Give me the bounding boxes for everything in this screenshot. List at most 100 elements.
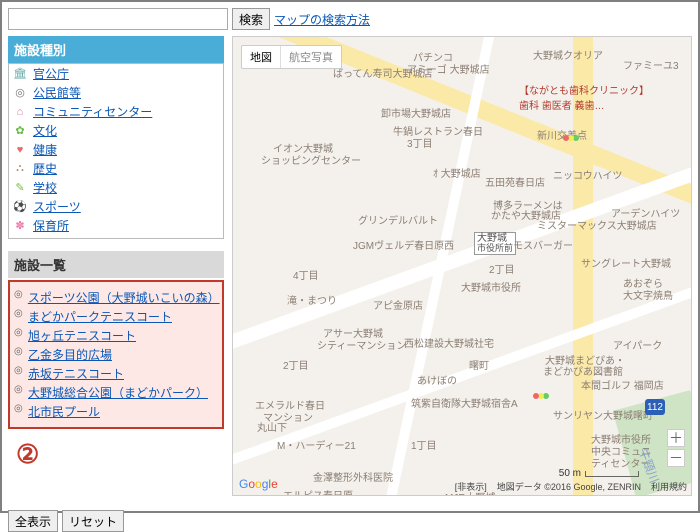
map-canvas[interactable]: 地図 航空写真 【ながとも歯科クリニック】 歯科 歯医者 義歯… 大野城 市役所… <box>232 36 692 496</box>
map-poi-label: 1丁目 <box>411 437 437 452</box>
map-mode-satellite[interactable]: 航空写真 <box>280 46 341 68</box>
map-poi-label: シティーマンション <box>317 337 406 352</box>
map-poi-label: ショッピングセンター <box>261 152 361 167</box>
map-poi-label: 大文字焼鳥 <box>623 287 673 302</box>
map-poi-label: ファミーユ3 <box>623 57 679 72</box>
category-item[interactable]: ✿文化 <box>9 121 223 140</box>
google-logo: Google <box>239 477 278 491</box>
category-item[interactable]: 🏛 官公庁 <box>9 64 223 83</box>
facility-link[interactable]: 乙金多目的広場 <box>28 346 112 363</box>
map-poi-label: 新川交差点 <box>537 127 587 142</box>
facility-item: ◎ 乙金多目的広場 <box>14 345 216 364</box>
map-poi-label: 牛鍋レストラン春日 <box>393 123 483 138</box>
map-poi-label: アーデンハイツ <box>611 205 680 220</box>
category-link[interactable]: 歴史 <box>33 160 57 177</box>
map-poi-label: 金澤整形外科医院 <box>313 469 393 484</box>
map-poi-label: アピ金原店 <box>373 297 423 312</box>
map-poi-label: あけぼの <box>417 372 457 387</box>
facility-link[interactable]: まどかパークテニスコート <box>28 308 172 325</box>
map-poi-label: グリンデルバルト <box>358 212 438 227</box>
map-poi-label: JGMヴェルデ春日原西 <box>353 237 454 252</box>
category-icon: ⚽ <box>13 200 27 214</box>
category-icon: ✎ <box>13 181 27 195</box>
map-poi-label: 曙町 <box>469 357 489 372</box>
facility-link[interactable]: 旭ヶ丘テニスコート <box>28 327 136 344</box>
map-mode-toggle[interactable]: 地図 航空写真 <box>241 45 342 69</box>
facility-link[interactable]: スポーツ公園（大野城いこいの森） <box>28 289 216 306</box>
map-poi-label: 大野城市役所 <box>461 279 521 294</box>
facility-item: ◎旭ヶ丘テニスコート <box>14 326 216 345</box>
map-poi-label: ニッコウハイツ <box>553 167 622 182</box>
category-icon: ⌂ <box>13 105 27 119</box>
category-link[interactable]: コミュニティセンター <box>33 103 152 120</box>
map-poi-label: サングレート大野城 <box>581 255 671 270</box>
bullet-icon: ◎ <box>14 308 24 319</box>
category-icon: ✽ <box>13 219 27 233</box>
bullet-icon: ◎ <box>14 365 24 376</box>
map-poi-label: 丸山下 <box>257 419 287 434</box>
route-shield: 112 <box>645 399 665 415</box>
category-item[interactable]: ◎ 公民館等 <box>9 83 223 102</box>
category-link[interactable]: 文化 <box>33 122 57 139</box>
show-all-button[interactable]: 全表示 <box>8 510 58 532</box>
facility-item: ◎ まどかパークテニスコート <box>14 307 216 326</box>
map-poi-label: 五田苑春日店 <box>485 174 545 189</box>
facility-item: ◎スポーツ公園（大野城いこいの森） <box>14 288 216 307</box>
map-attribution: [非表示] 地図データ ©2016 Google, ZENRIN 利用規約 <box>455 480 687 493</box>
map-poi-label: モスバーガー <box>513 237 573 252</box>
map-poi-label: 本間ゴルフ 福岡店 <box>581 377 664 392</box>
category-icon: ⛬ <box>13 162 27 176</box>
category-item[interactable]: ⌂ コミュニティセンター <box>9 102 223 121</box>
facility-item: ◎ 赤坂テニスコート <box>14 364 216 383</box>
facility-item: ◎ 北市民プール <box>14 402 216 421</box>
map-poi-label: 西松建設大野城社宅 <box>404 335 494 350</box>
category-link[interactable]: 官公庁 <box>33 65 69 82</box>
map-poi-label: M・ハーディー21 <box>277 437 356 452</box>
category-icon: ◎ <box>13 86 27 100</box>
scale-bar <box>585 471 639 477</box>
category-list[interactable]: 🏛 官公庁 ◎ 公民館等 ⌂ コミュニティセンター✿文化 ♥ 健康 ⛬ 歴史 ✎ 学校 ⚽ スポーツ ✽ 保育… <box>8 63 224 239</box>
zoom-out-button[interactable]: － <box>667 449 685 467</box>
facility-item: ◎ 大野城総合公園（まどかパーク） <box>14 383 216 402</box>
zoom-in-button[interactable]: ＋ <box>667 429 685 447</box>
reset-button[interactable]: リセット <box>62 510 124 532</box>
category-link[interactable]: スポーツ <box>33 198 81 215</box>
search-button[interactable]: 検索 <box>232 8 270 30</box>
bullet-icon: ◎ <box>14 403 24 414</box>
category-link[interactable]: 学校 <box>33 179 57 196</box>
facility-link[interactable]: 赤坂テニスコート <box>28 365 124 382</box>
traffic-signal-icon <box>563 135 569 141</box>
map-mode-map[interactable]: 地図 <box>242 46 280 68</box>
category-title: 施設種別 <box>8 36 224 63</box>
category-item[interactable]: ⛬ 歴史 <box>9 159 223 178</box>
map-poi-label: 4丁目 <box>293 267 319 282</box>
category-icon: 🏛 <box>13 67 27 81</box>
traffic-signal-icon <box>533 393 539 399</box>
step-marker: ② <box>16 439 224 470</box>
search-input[interactable] <box>8 8 228 30</box>
help-link[interactable]: マップの検索方法 <box>274 11 370 28</box>
map-poi-label: アイパーク <box>613 337 662 352</box>
category-item[interactable]: ♥ 健康 <box>9 140 223 159</box>
map-poi-label: 大野城クオリア <box>533 47 603 62</box>
map-poi-label: エルピス春日原 <box>283 487 353 496</box>
bullet-icon: ◎ <box>14 384 24 395</box>
station-label: 大野城 市役所前 <box>474 232 516 255</box>
facility-link[interactable]: 北市民プール <box>28 403 100 420</box>
category-icon: ♥ <box>13 143 27 157</box>
map-poi-label: 2丁目 <box>283 357 309 372</box>
category-link[interactable]: 保育所 <box>33 217 69 234</box>
map-poi-label: 滝・まつり <box>287 292 337 307</box>
category-link[interactable]: 公民館等 <box>33 84 81 101</box>
map-poi-label: まどかぴあ図書館 <box>543 363 623 378</box>
map-poi-label: アミーゴ 大野城店 <box>407 61 490 76</box>
facility-link[interactable]: 大野城総合公園（まどかパーク） <box>28 384 208 401</box>
category-item[interactable]: ⚽ スポーツ <box>9 197 223 216</box>
category-link[interactable]: 健康 <box>33 141 57 158</box>
scale-label: 50 m <box>559 468 581 479</box>
category-item[interactable]: ✽ 保育所 <box>9 216 223 235</box>
map-poi-label: 筑紫自衛隊大野城宿舎A <box>411 395 518 410</box>
map-poi-label: 卸市場大野城店 <box>381 105 451 120</box>
category-item[interactable]: ✎ 学校 <box>9 178 223 197</box>
bullet-icon: ◎ <box>14 346 24 357</box>
